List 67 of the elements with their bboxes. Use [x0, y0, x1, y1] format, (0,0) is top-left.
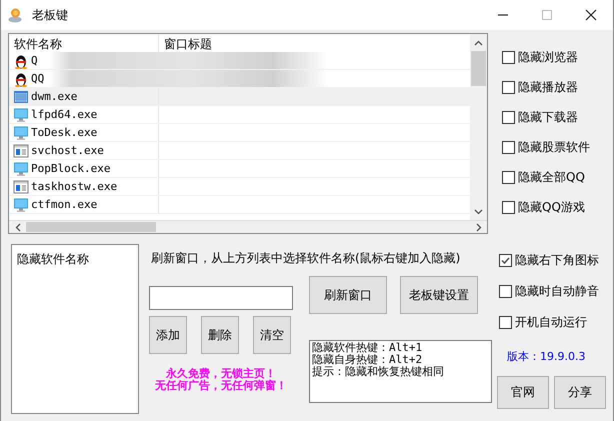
checkbox-label: 隐藏右下角图标: [515, 252, 599, 269]
table-cell: ToDesk.exe: [31, 126, 98, 139]
monitor-icon: [13, 196, 29, 212]
table-cell: svchost.exe: [31, 144, 104, 157]
app-window-icon: [13, 178, 29, 194]
checkbox-label: 隐藏播放器: [518, 79, 578, 96]
list-row[interactable]: QQ: [9, 70, 470, 88]
edit-button[interactable]: 添加: [149, 316, 187, 354]
instruction-text: 刷新窗口，从上方列表中选择软件名称(鼠标右键加入隐藏): [151, 250, 462, 267]
penguin-icon: [13, 52, 29, 68]
software-name-field[interactable]: [149, 286, 293, 310]
edit-button[interactable]: 删除: [201, 316, 239, 354]
checkbox[interactable]: [499, 285, 512, 298]
vertical-scrollbar[interactable]: [470, 34, 487, 220]
info-line: 提示：隐藏和恢复热键相同: [312, 366, 445, 378]
monitor-icon: [13, 160, 29, 176]
list-row[interactable]: Q: [9, 52, 470, 70]
action-button[interactable]: 刷新窗口: [309, 276, 387, 314]
checkbox[interactable]: [499, 316, 512, 329]
info-line: 隐藏自身热键：Alt+2: [312, 354, 424, 366]
checkbox-label: 隐藏时自动静音: [515, 283, 599, 300]
version-text: 版本：19.9.0.3: [507, 349, 586, 364]
checkbox[interactable]: [502, 201, 515, 214]
table-cell: ctfmon.exe: [31, 198, 98, 211]
list-row[interactable]: dwm.exe: [9, 88, 470, 106]
edit-button[interactable]: 清空: [253, 316, 291, 354]
list-row[interactable]: PopBlock.exe: [9, 160, 470, 178]
checkbox[interactable]: [499, 254, 512, 267]
footer-button[interactable]: 分享: [554, 376, 606, 409]
table-cell: dwm.exe: [31, 90, 78, 103]
checkbox[interactable]: [502, 141, 515, 154]
checkbox-label: 隐藏全部QQ: [518, 169, 585, 186]
list-row[interactable]: taskhostw.exe: [9, 178, 470, 196]
monitor-icon: [13, 124, 29, 140]
window-title: 老板键: [32, 6, 68, 24]
checkbox-label: 隐藏股票软件: [518, 139, 590, 156]
table-cell: PopBlock.exe: [31, 162, 110, 175]
list-row[interactable]: svchost.exe: [9, 142, 470, 160]
app-window-icon: [13, 142, 29, 158]
checkbox-label: 隐藏QQ游戏: [518, 199, 585, 216]
scroll-thumb[interactable]: [26, 222, 156, 232]
checkbox[interactable]: [502, 171, 515, 184]
table-cell: taskhostw.exe: [31, 180, 118, 193]
grid-window-icon: [13, 88, 29, 104]
list-row[interactable]: ToDesk.exe: [9, 124, 470, 142]
promo-text: 永久免费，无锁主页！ 无任何广告，无任何弹窗！: [154, 368, 288, 392]
monitor-icon: [13, 106, 29, 122]
checkbox-label: 隐藏下载器: [518, 109, 578, 126]
checkbox-label: 开机自动运行: [515, 314, 587, 331]
checkbox[interactable]: [502, 81, 515, 94]
horizontal-scrollbar[interactable]: [9, 220, 487, 233]
table-cell: Q: [31, 54, 38, 67]
checkbox[interactable]: [502, 51, 515, 64]
column-header[interactable]: 窗口标题: [159, 34, 470, 52]
footer-button[interactable]: 官网: [497, 376, 549, 409]
table-cell: QQ: [31, 72, 44, 85]
app-icon: [7, 7, 23, 23]
checkbox-label: 隐藏浏览器: [518, 49, 578, 66]
info-line: 隐藏软件热键：Alt+1: [312, 342, 424, 354]
action-button[interactable]: 老板键设置: [400, 276, 478, 314]
checkbox[interactable]: [502, 111, 515, 124]
column-header[interactable]: 软件名称: [9, 34, 159, 52]
list-row[interactable]: lfpd64.exe: [9, 106, 470, 124]
table-cell: lfpd64.exe: [31, 108, 98, 121]
list-row[interactable]: ctfmon.exe: [9, 196, 470, 214]
scroll-thumb[interactable]: [471, 51, 486, 86]
penguin-icon: [13, 70, 29, 86]
